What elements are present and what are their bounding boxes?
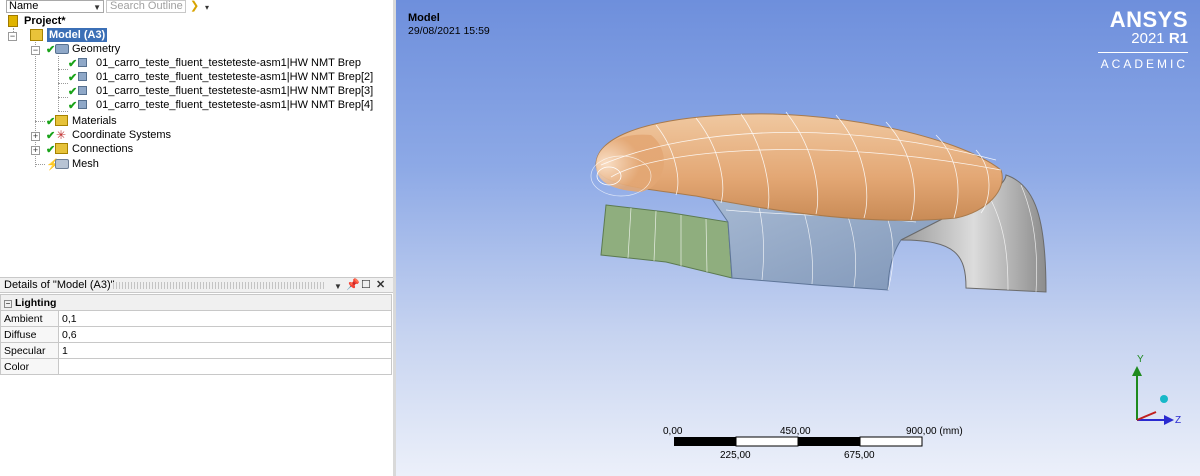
name-filter-value: Name [9,0,39,12]
check-icon: ✔ [68,72,78,84]
collapse-geometry-toggle[interactable]: − [31,46,40,55]
geometry-label: Geometry [72,43,121,55]
property-value[interactable] [58,358,392,375]
property-value[interactable]: 1 [58,342,392,359]
geometry-icon [55,44,69,54]
tree-connector [58,83,68,84]
tree-connector [58,111,68,112]
mesh-label: Mesh [72,158,99,170]
chevron-down-icon: ▼ [93,3,101,12]
property-key: Color [0,358,59,375]
mesh-icon [55,159,69,169]
front-left-face[interactable] [600,204,733,279]
scale-label-top: 450,00 [780,426,811,437]
header-grip [113,282,325,289]
scale-label-top: 900,00 (mm) [906,426,963,437]
model-icon [30,29,43,41]
body-icon [78,58,87,67]
lighting-group-cell[interactable]: − Lighting [0,294,392,311]
body-label: 01_carro_teste_fluent_testeteste-asm1|HW… [96,99,374,111]
body-label: 01_carro_teste_fluent_testeteste-asm1|HW… [96,85,374,97]
check-icon: ✔ [68,86,78,98]
property-key: Ambient [0,310,59,327]
axis-triad[interactable] [1132,366,1174,425]
body-label: 01_carro_teste_fluent_testeteste-asm1|HW… [96,71,374,83]
outline-panel: Name ▼ Search Outline ❯ ▾ Project* − Mod… [0,0,393,476]
filter-chevron-icon: ❯ [190,0,200,12]
x-axis-line [1136,411,1157,421]
collapse-model-toggle[interactable]: − [8,32,17,41]
scale-label-bottom: 675,00 [844,450,875,461]
materials-label: Materials [72,115,117,127]
details-panel-header: Details of "Model (A3)" ▼ 📌 ☐ ✕ [0,277,393,293]
dropdown-arrow-icon[interactable]: ▼ [334,279,342,294]
outline-toolbar: Name ▼ Search Outline ❯ ▾ [0,0,393,14]
details-table: − Lighting Ambient 0,1 Diffuse 0,6 Specul… [0,294,392,375]
group-label: Lighting [15,296,57,309]
dropdown-arrow-icon: ▾ [205,3,210,12]
search-outline-input[interactable]: Search Outline [106,0,186,13]
expand-coordinate-systems-toggle[interactable]: + [31,132,40,141]
tree-connector [35,164,45,165]
scale-segment [859,436,923,447]
scale-segment [798,437,860,446]
body-icon [78,86,87,95]
body-label: 01_carro_teste_fluent_testeteste-asm1|HW… [96,57,361,69]
lighting-group-row[interactable]: − Lighting [0,294,392,311]
body-icon [78,72,87,81]
close-icon[interactable]: ✕ [376,278,385,293]
connections-label: Connections [72,143,134,155]
property-key: Diffuse [0,326,59,343]
check-icon: ✔ [68,100,78,112]
collapse-group-icon[interactable]: − [4,299,12,308]
property-row[interactable]: Diffuse 0,6 [0,326,392,343]
y-axis-label: Y [1137,354,1144,365]
check-icon: ✔ [46,144,56,156]
coordinate-systems-icon: ✳ [56,128,67,142]
property-row[interactable]: Color [0,358,392,375]
connections-icon [55,143,68,154]
property-value[interactable]: 0,6 [58,326,392,343]
property-value[interactable]: 0,1 [58,310,392,327]
model-label: Model (A3) [47,28,108,42]
y-axis-arrow [1132,366,1142,376]
scale-segment [674,437,736,446]
coordinate-systems-label: Coordinate Systems [72,129,172,141]
details-title: Details of "Model (A3)" [4,279,115,291]
check-icon: ✔ [46,116,56,128]
name-filter-select[interactable]: Name ▼ [6,0,104,13]
property-key: Specular [0,342,59,359]
expand-connections-toggle[interactable]: + [31,146,40,155]
origin-sphere [1160,395,1168,403]
pin-icon[interactable]: 📌 [346,278,360,293]
check-icon: ✔ [46,44,56,56]
project-icon [8,15,18,27]
body-icon [78,100,87,109]
property-row[interactable]: Ambient 0,1 [0,310,392,327]
graphics-viewport[interactable]: Model 29/08/2021 15:59 ANSYS 2021 R1 ACA… [396,0,1200,476]
scale-label-top: 0,00 [663,426,683,437]
tree-connector [35,121,45,122]
scale-label-bottom: 225,00 [720,450,751,461]
property-row[interactable]: Specular 1 [0,342,392,359]
z-axis-label: Z [1175,415,1182,426]
z-axis-arrow [1164,415,1174,425]
project-label: Project* [24,15,66,27]
maximize-icon[interactable]: ☐ [361,278,371,293]
check-icon: ✔ [46,130,56,142]
car-body-model[interactable] [396,0,1200,476]
materials-icon [55,115,68,126]
tree-connector [58,97,68,98]
filter-button[interactable]: ❯ ▾ [190,0,214,13]
scale-segment [735,436,799,447]
tree-connector [58,69,68,70]
check-icon: ✔ [68,58,78,70]
scale-bar [674,436,923,447]
